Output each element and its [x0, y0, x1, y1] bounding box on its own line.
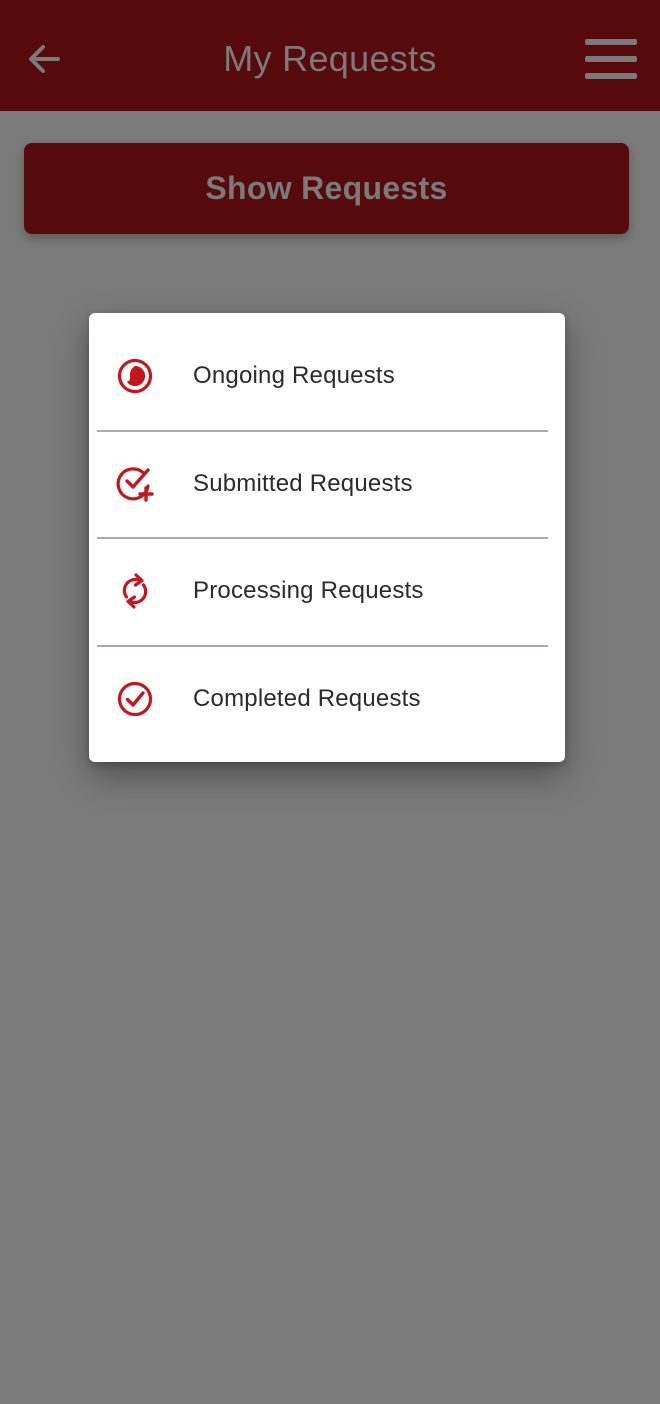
show-requests-label: Show Requests [205, 170, 448, 206]
menu-button[interactable] [576, 30, 646, 88]
menu-item-ongoing-requests[interactable]: Ongoing Requests [89, 332, 565, 438]
hamburger-menu-icon [585, 39, 637, 79]
menu-item-label: Completed Requests [193, 685, 421, 712]
refresh-arrows-icon [122, 573, 148, 609]
divider [97, 430, 548, 432]
divider [97, 645, 548, 647]
check-circle-icon [117, 681, 153, 717]
requests-popup-menu: Ongoing Requests Submitted Requests Proc… [89, 313, 565, 762]
page-title: My Requests [223, 38, 437, 79]
app-bar: My Requests [0, 0, 660, 111]
clock-half-icon [117, 358, 153, 394]
show-requests-button[interactable]: Show Requests [24, 143, 629, 234]
screen: My Requests Show Requests Ongoing Reques… [0, 0, 660, 1404]
menu-item-label: Submitted Requests [193, 470, 413, 497]
menu-item-submitted-requests[interactable]: Submitted Requests [89, 440, 565, 546]
divider [97, 537, 548, 539]
menu-item-label: Processing Requests [193, 577, 424, 604]
menu-item-label: Ongoing Requests [193, 362, 395, 389]
check-plus-icon [116, 467, 154, 502]
menu-item-processing-requests[interactable]: Processing Requests [89, 547, 565, 653]
menu-item-completed-requests[interactable]: Completed Requests [89, 655, 565, 761]
